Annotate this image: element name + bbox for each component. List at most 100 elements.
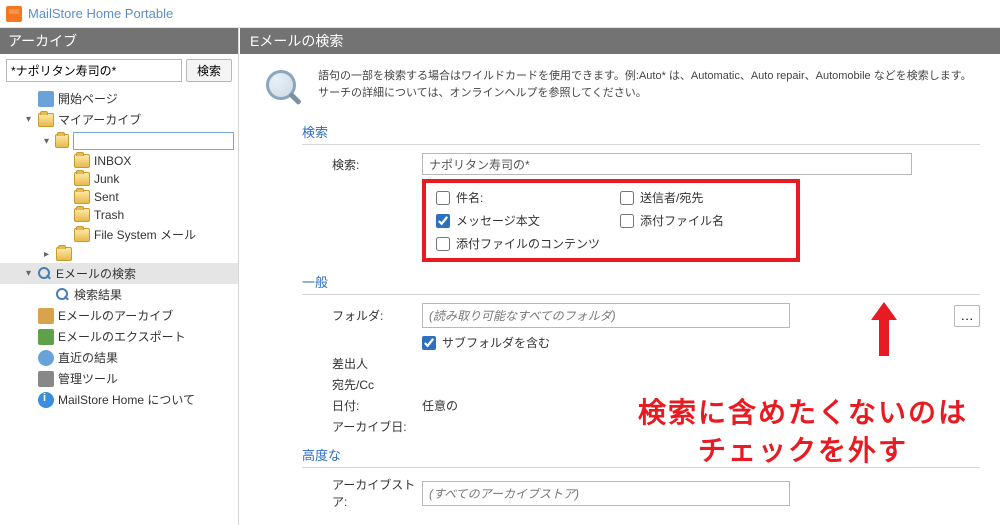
app-title: MailStore Home Portable xyxy=(28,6,173,21)
clock-icon xyxy=(38,350,54,366)
tree-item-label: Sent xyxy=(94,190,119,204)
tree-item-label: MailStore Home について xyxy=(58,391,195,408)
tree-item-label: Eメールのエクスポート xyxy=(58,328,186,345)
sidebar-search-input[interactable] xyxy=(6,59,182,82)
label-keyword: 検索: xyxy=(332,156,422,173)
cb-sender[interactable]: 送信者/宛先 xyxy=(620,189,786,206)
tree-item-label: Eメールの検索 xyxy=(56,265,136,282)
label-store: アーカイブストア: xyxy=(332,476,422,510)
info-icon xyxy=(38,392,54,408)
tree-rename-input[interactable] xyxy=(73,132,234,150)
tree-item-label: Junk xyxy=(94,172,119,186)
label-folder: フォルダ: xyxy=(332,307,422,324)
tree-arrow[interactable]: ▾ xyxy=(44,136,55,147)
cb-subject[interactable]: 件名: xyxy=(436,189,602,206)
mag-icon xyxy=(56,288,70,302)
row-keyword: 検索: xyxy=(332,153,980,175)
folder-icon xyxy=(74,208,90,222)
section-search: 検索 xyxy=(302,122,980,145)
tree-item-3[interactable]: INBOX xyxy=(0,152,238,170)
checkbox-grid: 件名: 送信者/宛先 メッセージ本文 添付ファイル名 添付ファイルのコンテンツ xyxy=(422,179,800,262)
tree-item-4[interactable]: Junk xyxy=(0,170,238,188)
tree-item-0[interactable]: 開始ページ xyxy=(0,88,238,109)
annotation-arrow xyxy=(872,302,896,356)
tree-item-15[interactable]: MailStore Home について xyxy=(0,389,238,410)
titlebar: MailStore Home Portable xyxy=(0,0,1000,28)
export-icon xyxy=(38,329,54,345)
row-to: 宛先/Cc xyxy=(332,376,980,393)
tree-arrow[interactable]: ▾ xyxy=(26,268,38,279)
tree-item-label: Trash xyxy=(94,208,124,222)
folder-icon xyxy=(38,113,54,127)
cb-attachcontent[interactable]: 添付ファイルのコンテンツ xyxy=(436,235,786,252)
tree-item-7[interactable]: File System メール xyxy=(0,224,238,245)
sidebar-search-row: 検索 xyxy=(0,54,238,86)
app-icon xyxy=(6,6,22,22)
label-from: 差出人 xyxy=(332,355,422,372)
archive-icon xyxy=(38,308,54,324)
tree-item-2[interactable]: ▾ xyxy=(0,130,238,152)
cb-subject-input[interactable] xyxy=(436,191,450,205)
tree-item-14[interactable]: 管理ツール xyxy=(0,368,238,389)
folder-icon xyxy=(74,172,90,186)
cb-attachname-input[interactable] xyxy=(620,214,634,228)
content-body: 語句の一部を検索する場合はワイルドカードを使用できます。例:Auto* は、Au… xyxy=(240,54,1000,524)
tree-item-label: マイアーカイブ xyxy=(58,111,141,128)
tree-item-label: Eメールのアーカイブ xyxy=(58,307,173,324)
tree-item-11[interactable]: Eメールのアーカイブ xyxy=(0,305,238,326)
label-subfolder: サブフォルダを含む xyxy=(442,334,550,351)
row-subfolder: サブフォルダを含む xyxy=(422,334,980,351)
tree-item-13[interactable]: 直近の結果 xyxy=(0,347,238,368)
mag-icon xyxy=(38,267,52,281)
store-value[interactable]: (すべてのアーカイブストア) xyxy=(422,481,790,506)
folder-icon xyxy=(74,190,90,204)
folder-icon xyxy=(74,228,90,242)
annotation-text: 検索に含めたくないのは チェックを外す xyxy=(638,394,968,470)
tree-item-8[interactable]: ▸ xyxy=(0,245,238,263)
folder-browse-button[interactable]: … xyxy=(954,305,980,327)
label-archdate: アーカイブ日: xyxy=(332,418,422,435)
cb-body-input[interactable] xyxy=(436,214,450,228)
input-keyword[interactable] xyxy=(422,153,912,175)
content-header: Eメールの検索 xyxy=(240,28,1000,54)
tree-item-1[interactable]: ▾ マイアーカイブ xyxy=(0,109,238,130)
label-date: 日付: xyxy=(332,397,422,414)
cb-subfolder[interactable] xyxy=(422,336,436,350)
label-to: 宛先/Cc xyxy=(332,376,422,393)
cb-sender-input[interactable] xyxy=(620,191,634,205)
section-general: 一般 xyxy=(302,272,980,295)
row-store: アーカイブストア: (すべてのアーカイブストア) xyxy=(332,476,980,510)
start-icon xyxy=(38,91,54,107)
tree-item-label: 管理ツール xyxy=(58,370,118,387)
row-from: 差出人 xyxy=(332,355,980,372)
tree-item-12[interactable]: Eメールのエクスポート xyxy=(0,326,238,347)
tree-item-label: 検索結果 xyxy=(74,286,122,303)
tree-item-10[interactable]: 検索結果 xyxy=(0,284,238,305)
tree-item-9[interactable]: ▾ Eメールの検索 xyxy=(0,263,238,284)
cb-body[interactable]: メッセージ本文 xyxy=(436,212,602,229)
date-value[interactable]: 任意の xyxy=(422,399,458,413)
folder-icon xyxy=(74,154,90,168)
folder-display[interactable]: (読み取り可能なすべてのフォルダ) xyxy=(422,303,790,328)
sidebar: アーカイブ 検索 開始ページ▾マイアーカイブ▾INBOXJunkSentTras… xyxy=(0,28,239,525)
tree-item-5[interactable]: Sent xyxy=(0,188,238,206)
content-panel: Eメールの検索 語句の一部を検索する場合はワイルドカードを使用できます。例:Au… xyxy=(239,28,1000,525)
sidebar-header: アーカイブ xyxy=(0,28,238,54)
tree-arrow[interactable]: ▸ xyxy=(44,249,56,260)
folder-icon xyxy=(55,134,69,148)
tree-item-label: INBOX xyxy=(94,154,131,168)
magnifier-icon xyxy=(264,68,304,108)
help-row: 語句の一部を検索する場合はワイルドカードを使用できます。例:Auto* は、Au… xyxy=(264,68,980,108)
folder-icon xyxy=(56,247,72,261)
main-layout: アーカイブ 検索 開始ページ▾マイアーカイブ▾INBOXJunkSentTras… xyxy=(0,28,1000,525)
nav-tree: 開始ページ▾マイアーカイブ▾INBOXJunkSentTrashFile Sys… xyxy=(0,86,238,412)
tree-item-label: 開始ページ xyxy=(58,90,118,107)
tree-arrow[interactable]: ▾ xyxy=(26,114,38,125)
tree-item-label: 直近の結果 xyxy=(58,349,118,366)
cb-attachname[interactable]: 添付ファイル名 xyxy=(620,212,786,229)
tree-item-label: File System メール xyxy=(94,226,196,243)
cb-attachcontent-input[interactable] xyxy=(436,237,450,251)
help-text: 語句の一部を検索する場合はワイルドカードを使用できます。例:Auto* は、Au… xyxy=(318,68,980,101)
sidebar-search-button[interactable]: 検索 xyxy=(186,59,232,82)
tree-item-6[interactable]: Trash xyxy=(0,206,238,224)
